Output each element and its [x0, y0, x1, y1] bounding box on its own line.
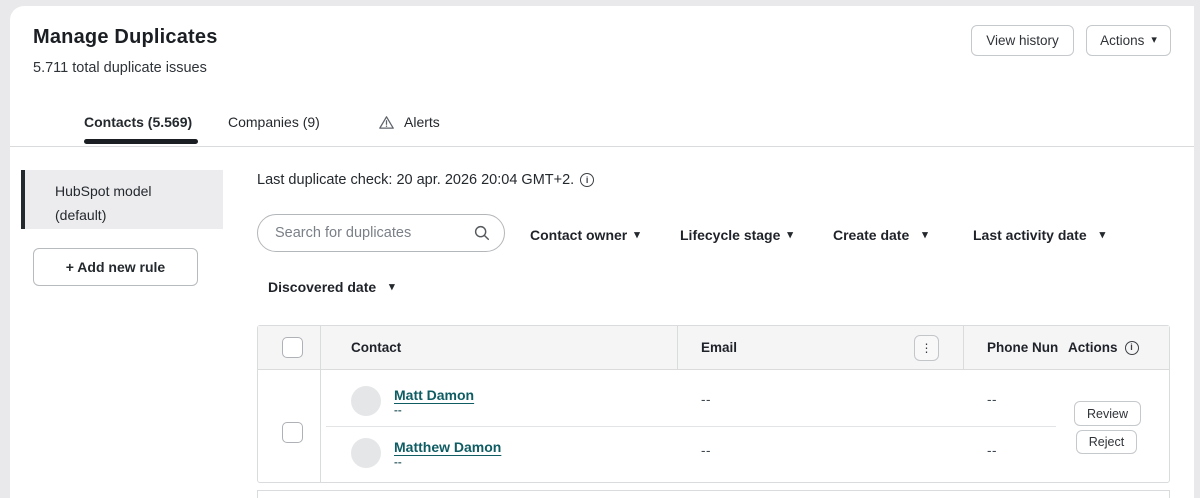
- group-checkbox[interactable]: [282, 422, 303, 443]
- review-button[interactable]: Review: [1074, 401, 1141, 426]
- filter-last-activity-date-label: Last activity date: [973, 227, 1087, 243]
- column-header-actions: Actions i: [1068, 340, 1139, 355]
- filter-contact-owner-label: Contact owner: [530, 227, 627, 243]
- reject-label: Reject: [1089, 435, 1124, 449]
- contact-subtext: --: [394, 457, 402, 469]
- tab-companies[interactable]: Companies (9): [228, 111, 320, 133]
- filter-lifecycle-stage-label: Lifecycle stage: [680, 227, 780, 243]
- filter-lifecycle-stage[interactable]: Lifecycle stage ▾: [680, 225, 793, 245]
- search-icon: [473, 224, 491, 247]
- tabs-divider: [10, 146, 1194, 147]
- view-history-label: View history: [986, 33, 1059, 48]
- info-icon[interactable]: i: [1125, 341, 1139, 355]
- email-cell: --: [701, 443, 711, 458]
- email-cell: --: [701, 392, 711, 407]
- avatar: [351, 438, 381, 468]
- filter-contact-owner[interactable]: Contact owner ▾: [530, 225, 640, 245]
- search-input[interactable]: [257, 214, 505, 252]
- page-background-strip: [1194, 0, 1200, 498]
- rule-name-line2: (default): [55, 203, 213, 227]
- table-header-row: Contact Email ⋮ Phone Nun Actions i: [258, 326, 1169, 370]
- reject-button[interactable]: Reject: [1076, 430, 1137, 454]
- contact-link[interactable]: Matthew Damon: [394, 439, 501, 455]
- caret-down-icon: ▾: [634, 230, 640, 241]
- info-icon[interactable]: i: [580, 173, 594, 187]
- filter-last-activity-date[interactable]: Last activity date ▾: [973, 225, 1105, 245]
- column-divider: [963, 326, 964, 370]
- column-header-actions-label: Actions: [1068, 340, 1118, 355]
- actions-label: Actions: [1100, 33, 1144, 48]
- sort-discovered-date[interactable]: Discovered date ▾: [268, 277, 395, 297]
- search-container: [257, 214, 505, 252]
- caret-down-icon: ▾: [1151, 35, 1157, 46]
- checkbox-column-divider: [320, 326, 321, 482]
- caret-down-icon: ▾: [389, 282, 395, 293]
- last-duplicate-check: Last duplicate check: 20 apr. 2026 20:04…: [257, 172, 594, 188]
- avatar: [351, 386, 381, 416]
- tab-alerts-label: Alerts: [404, 114, 440, 130]
- sidebar-item-hubspot-model[interactable]: HubSpot model (default): [21, 170, 223, 229]
- page-background-strip: [0, 0, 10, 498]
- content-card: Manage Duplicates 5.711 total duplicate …: [10, 6, 1194, 498]
- next-table-row-partial: [257, 490, 1170, 498]
- active-tab-underline: [84, 139, 198, 144]
- sort-discovered-date-label: Discovered date: [268, 279, 376, 295]
- contact-subtext: --: [394, 405, 402, 417]
- caret-down-icon: ▾: [1100, 230, 1106, 241]
- warning-triangle-icon: [378, 114, 395, 131]
- row-divider: [326, 426, 1056, 427]
- column-header-phone: Phone Nun: [987, 340, 1063, 355]
- page-title: Manage Duplicates: [33, 26, 218, 49]
- tab-companies-label: Companies (9): [228, 114, 320, 130]
- phone-cell: --: [987, 392, 997, 407]
- column-divider: [677, 326, 678, 370]
- caret-down-icon: ▾: [787, 230, 793, 241]
- filter-create-date-label: Create date: [833, 227, 909, 243]
- duplicates-table: Contact Email ⋮ Phone Nun Actions i Matt…: [257, 325, 1170, 483]
- select-all-checkbox[interactable]: [282, 337, 303, 358]
- manage-duplicates-page: Manage Duplicates 5.711 total duplicate …: [0, 0, 1200, 498]
- kebab-menu-icon[interactable]: ⋮: [914, 335, 939, 361]
- add-new-rule-button[interactable]: + Add new rule: [33, 248, 198, 286]
- rule-name-line1: HubSpot model: [55, 179, 213, 203]
- contact-link[interactable]: Matt Damon: [394, 387, 474, 403]
- last-check-text: Last duplicate check: 20 apr. 2026 20:04…: [257, 172, 574, 188]
- tab-alerts[interactable]: Alerts: [378, 111, 440, 133]
- review-label: Review: [1087, 407, 1128, 421]
- total-issues-count: 5.711 total duplicate issues: [33, 60, 207, 76]
- tab-contacts-label: Contacts (5.569): [84, 114, 192, 130]
- caret-down-icon: ▾: [922, 230, 928, 241]
- add-new-rule-label: + Add new rule: [66, 259, 165, 275]
- column-header-email: Email: [701, 340, 737, 355]
- filter-create-date[interactable]: Create date ▾: [833, 225, 928, 245]
- tab-contacts[interactable]: Contacts (5.569): [84, 111, 192, 133]
- actions-button[interactable]: Actions ▾: [1086, 25, 1171, 56]
- view-history-button[interactable]: View history: [971, 25, 1074, 56]
- phone-cell: --: [987, 443, 997, 458]
- column-header-contact: Contact: [351, 340, 401, 355]
